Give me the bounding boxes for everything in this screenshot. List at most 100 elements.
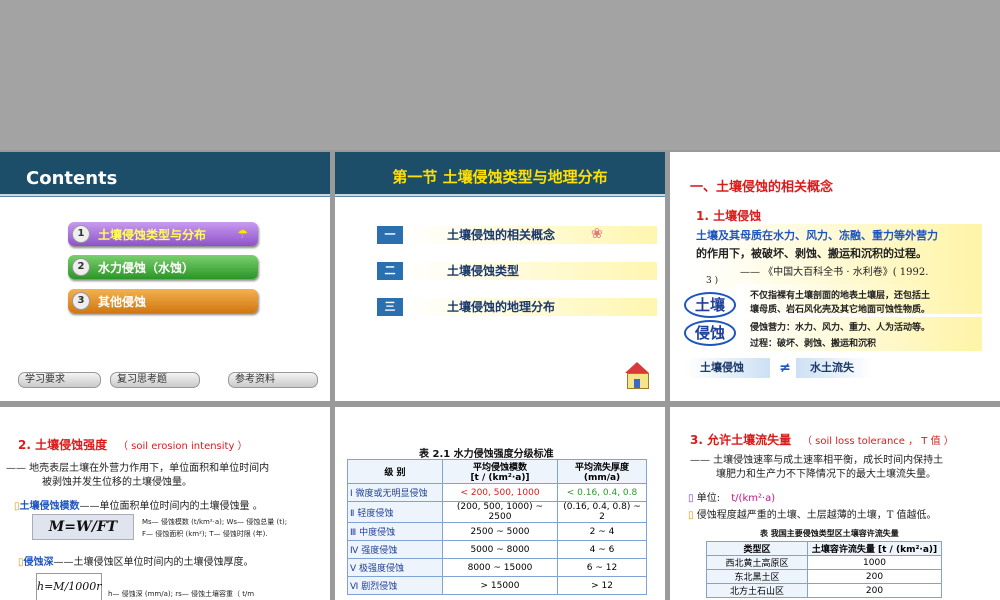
formula-legend-2: F— 侵蚀面积 (km²); T— 侵蚀时限 (年). — [142, 530, 268, 538]
level-cell: Ⅱ 轻度侵蚀 — [347, 501, 443, 523]
unit-label: 单位: — [696, 493, 721, 504]
depth-cell: 6 ~ 12 — [557, 558, 647, 577]
citation: —— 《中国大百科全书 · 水利卷》( 1992. — [740, 267, 929, 278]
compare-right: 水土流失 — [796, 358, 872, 378]
formula-depth: h=M/1000r — [36, 573, 102, 600]
umbrella-icon: ☂ — [237, 227, 248, 241]
section-row-types[interactable]: 二 土壤侵蚀类型 — [377, 262, 657, 282]
header-cell: 平均侵蚀模数 [t / (km²·a)] — [442, 459, 558, 484]
slide-heading: 一、土壤侵蚀的相关概念 — [690, 180, 834, 195]
tolerance-table: 类型区 土壤容许流失量 [t / (km²·a)] 西北黄土高原区 1000 东… — [706, 541, 942, 598]
heading-english: （ soil erosion intensity ） — [118, 441, 248, 452]
unit-value: t/(km²·a) — [731, 493, 776, 504]
slide-contents[interactable]: Contents 1 土壤侵蚀类型与分布 ☂ 2 水力侵蚀（水蚀） 3 其他侵蚀… — [0, 152, 330, 401]
nav-item-label: 其他侵蚀 — [98, 294, 147, 309]
unit-line: ▯ 单位: t/(km²·a) — [688, 493, 776, 504]
erosion-description-1: 侵蚀营力：水力、风力、重力、人为活动等。 — [750, 323, 931, 333]
header-cell: 土壤容许流失量 [t / (km²·a)] — [807, 541, 942, 556]
citation-end: 3 ) — [706, 276, 719, 286]
modulus-description: ——单位面积单位时间内的土壤侵蚀量 。 — [79, 501, 263, 512]
depth-description: ——土壤侵蚀区单位时间内的土壤侵蚀厚度。 — [53, 557, 254, 568]
table-caption: 表 2.1 水力侵蚀强度分级标准 — [419, 449, 554, 460]
slide-section-overview[interactable]: 第一节 土壤侵蚀类型与地理分布 一 土壤侵蚀的相关概念 ❀ 二 土壤侵蚀类型 三… — [335, 152, 665, 401]
slide-erosion-intensity[interactable]: 2. 土壤侵蚀强度 （ soil erosion intensity ） —— … — [0, 407, 330, 600]
table-row: Ⅴ 极强度侵蚀 8000 ~ 15000 6 ~ 12 — [347, 558, 647, 577]
slide-concepts[interactable]: 一、土壤侵蚀的相关概念 1. 土壤侵蚀 土壤及其母质在水力、风力、冻融、重力等外… — [670, 152, 1000, 401]
modulus-cell: 5000 ~ 8000 — [442, 540, 558, 559]
table-row: Ⅳ 强度侵蚀 5000 ~ 8000 4 ~ 6 — [347, 540, 647, 559]
erosion-term: 侵蚀 — [684, 320, 736, 346]
soil-term: 土壤 — [684, 292, 736, 318]
nav-item-label: 土壤侵蚀类型与分布 — [98, 227, 207, 242]
section-title: 第一节 土壤侵蚀类型与地理分布 — [392, 168, 608, 186]
region-cell: 西北黄土高原区 — [706, 555, 808, 570]
soil-description-1: 不仅指裸有土壤剖面的地表土壤层，还包括土 — [750, 291, 931, 301]
level-cell: Ⅴ 极强度侵蚀 — [347, 558, 443, 577]
header-divider — [0, 194, 330, 196]
item-number: 2 — [72, 258, 90, 276]
modulus-cell: (200, 500, 1000) ~ 2500 — [442, 501, 558, 523]
definition-line-2: 壤肥力和生产力不下降情况下的最大土壤流失量。 — [716, 469, 936, 480]
depth-cell: 2 ~ 4 — [557, 522, 647, 541]
modulus-cell: 2500 ~ 5000 — [442, 522, 558, 541]
table-row: Ⅲ 中度侵蚀 2500 ~ 5000 2 ~ 4 — [347, 522, 647, 541]
intensity-table: 级 别 平均侵蚀模数 [t / (km²·a)] 平均流失厚度 (mm/a) Ⅰ… — [347, 459, 647, 595]
house-icon[interactable] — [625, 362, 649, 389]
header-cell: 级 别 — [347, 459, 443, 484]
value-cell: 1000 — [807, 555, 942, 570]
definition-line-1: 土壤及其母质在水力、风力、冻融、重力等外营力 — [696, 229, 938, 242]
modulus-cell: < 200, 500, 1000 — [442, 483, 558, 502]
note-line: ▯ 侵蚀程度越严重的土壤、土层越薄的土壤，T 值越低。 — [688, 510, 937, 521]
modulus-line: ▯土壤侵蚀模数——单位面积单位时间内的土壤侵蚀量 。 — [14, 501, 263, 512]
level-cell: Ⅲ 中度侵蚀 — [347, 522, 443, 541]
definition-line-2: 被剥蚀并发生位移的土壤侵蚀量。 — [42, 477, 192, 488]
section-row-distribution[interactable]: 三 土壤侵蚀的地理分布 — [377, 298, 657, 318]
learning-requirements-link[interactable]: 学习要求 — [18, 372, 101, 388]
depth-cell: > 12 — [557, 576, 647, 595]
section-row-concepts[interactable]: 一 土壤侵蚀的相关概念 ❀ — [377, 226, 657, 246]
erosion-description-2: 过程：破坏、剥蚀、搬运和沉积 — [750, 339, 877, 349]
formula-modulus: M=W/FT — [32, 514, 134, 540]
slide-heading: 2. 土壤侵蚀强度 — [18, 438, 108, 452]
nav-item-erosion-types[interactable]: 1 土壤侵蚀类型与分布 ☂ — [68, 222, 258, 246]
level-cell: Ⅵ 剧烈侵蚀 — [347, 576, 443, 595]
slide-intensity-table[interactable]: 表 2.1 水力侵蚀强度分级标准 级 别 平均侵蚀模数 [t / (km²·a)… — [335, 407, 665, 600]
row-label: 土壤侵蚀的地理分布 — [403, 298, 657, 316]
row-tag: 二 — [377, 262, 403, 280]
table-row: Ⅰ 微度或无明显侵蚀 < 200, 500, 1000 < 0.16, 0.4,… — [347, 483, 647, 502]
review-questions-link[interactable]: 复习思考题 — [110, 372, 200, 388]
depth-label: 侵蚀深 — [23, 557, 54, 568]
note-text: 侵蚀程度越严重的土壤、土层越薄的土壤，T 值越低。 — [696, 510, 937, 521]
nav-item-water-erosion[interactable]: 2 水力侵蚀（水蚀） — [68, 255, 258, 279]
item-number: 1 — [72, 225, 90, 243]
row-label: 土壤侵蚀类型 — [403, 262, 657, 280]
table-row: Ⅵ 剧烈侵蚀 > 15000 > 12 — [347, 576, 647, 595]
nav-item-label: 水力侵蚀（水蚀） — [98, 260, 195, 275]
row-label: 土壤侵蚀的相关概念 — [403, 226, 657, 244]
table-header-row: 类型区 土壤容许流失量 [t / (km²·a)] — [706, 541, 942, 556]
subheading: 1. 土壤侵蚀 — [696, 209, 762, 223]
item-number: 3 — [72, 292, 90, 310]
header-cell: 类型区 — [706, 541, 808, 556]
region-cell: 东北黑土区 — [706, 569, 808, 584]
table-row: 东北黑土区 200 — [706, 569, 942, 584]
references-link[interactable]: 参考资料 — [228, 372, 318, 388]
definition-line-1: —— 地壳表层土壤在外营力作用下，单位面积和单位时间内 — [6, 463, 270, 474]
level-cell: Ⅳ 强度侵蚀 — [347, 540, 443, 559]
table-header-row: 级 别 平均侵蚀模数 [t / (km²·a)] 平均流失厚度 (mm/a) — [347, 459, 647, 484]
soil-description-2: 壤母质、岩石风化壳及其它地面可蚀性物质。 — [750, 305, 931, 315]
modulus-cell: 8000 ~ 15000 — [442, 558, 558, 577]
top-gray-band — [0, 0, 1000, 150]
level-cell: Ⅰ 微度或无明显侵蚀 — [347, 483, 443, 502]
bow-icon: ❀ — [591, 226, 603, 242]
definition-line-2: 的作用下，被破坏、剥蚀、搬运和沉积的过程。 — [696, 247, 927, 260]
nav-item-other-erosion[interactable]: 3 其他侵蚀 — [68, 289, 258, 313]
depth-cell: 4 ~ 6 — [557, 540, 647, 559]
definition-line-1: —— 土壤侵蚀速率与成土速率相平衡，成长时间内保持土 — [690, 455, 944, 466]
header-divider — [335, 194, 665, 196]
depth-cell: (0.16, 0.4, 0.8) ~ 2 — [557, 501, 647, 523]
modulus-cell: > 15000 — [442, 576, 558, 595]
slide-soil-loss-tolerance[interactable]: 3. 允许土壤流失量 （ soil loss tolerance ， T 值 ）… — [670, 407, 1000, 600]
formula-legend-1: Ms— 侵蚀模数 (t/km²·a); Ws— 侵蚀总量 (t); — [142, 518, 288, 526]
region-cell: 北方土石山区 — [706, 583, 808, 598]
